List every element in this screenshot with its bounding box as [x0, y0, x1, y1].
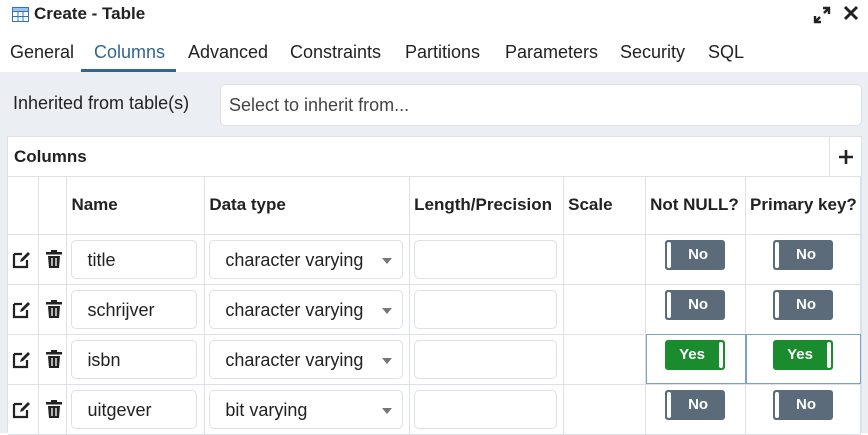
edit-icon[interactable]	[12, 350, 32, 369]
edit-icon[interactable]	[12, 300, 32, 319]
column-name-input[interactable]: schrijver	[71, 289, 198, 329]
length-input[interactable]	[414, 239, 558, 279]
primary-key-toggle[interactable]: No	[773, 239, 834, 270]
data-type-select[interactable]: bit varying	[209, 389, 404, 429]
inherit-placeholder: Select to inherit from...	[229, 95, 410, 115]
dropdown-caret-icon	[382, 407, 393, 414]
scale-cell[interactable]	[563, 233, 647, 285]
columns-panel-header: Columns	[8, 137, 861, 177]
columns-table: Name Data type Length/Precision Scale No…	[8, 177, 861, 435]
trash-icon[interactable]	[44, 249, 64, 269]
table-row: isbn character varying Yes Yes	[8, 333, 861, 385]
length-input[interactable]	[414, 339, 558, 379]
table-header-row: Name Data type Length/Precision Scale No…	[8, 177, 861, 235]
not-null-toggle[interactable]: No	[665, 389, 726, 420]
column-name-input[interactable]: title	[71, 239, 198, 279]
tab-sql[interactable]: SQL	[708, 42, 744, 63]
data-type-select[interactable]: character varying	[209, 239, 404, 279]
tab-general[interactable]: General	[10, 42, 74, 63]
columns-panel: Columns Name Data type Length/Precision …	[7, 136, 862, 435]
data-type-header: Data type	[204, 177, 411, 235]
tab-partitions[interactable]: Partitions	[405, 42, 480, 63]
trash-icon[interactable]	[44, 349, 64, 369]
not-null-toggle[interactable]: Yes	[665, 339, 726, 370]
name-header: Name	[66, 177, 206, 235]
table-icon	[12, 7, 29, 22]
scale-header: Scale	[563, 177, 647, 235]
tab-constraints[interactable]: Constraints	[290, 42, 381, 63]
close-icon[interactable]	[842, 4, 860, 22]
maximize-icon[interactable]	[812, 5, 832, 25]
data-type-select[interactable]: character varying	[209, 339, 404, 379]
edit-icon[interactable]	[12, 250, 32, 269]
tab-content: Inherited from table(s) Select to inheri…	[0, 72, 868, 435]
scale-cell[interactable]	[563, 383, 647, 435]
table-row: schrijver character varying No No	[8, 283, 861, 335]
table-row: title character varying No No	[8, 233, 861, 285]
edit-column-header	[8, 177, 40, 235]
columns-panel-title: Columns	[14, 147, 87, 166]
edit-icon[interactable]	[12, 400, 32, 419]
column-name-input[interactable]: isbn	[71, 339, 198, 379]
scale-cell[interactable]	[563, 333, 647, 385]
tab-parameters[interactable]: Parameters	[505, 42, 598, 63]
length-input[interactable]	[414, 389, 558, 429]
length-input[interactable]	[414, 289, 558, 329]
dialog-title: Create - Table	[34, 4, 146, 23]
inherit-label: Inherited from table(s)	[13, 93, 190, 113]
add-column-button[interactable]	[829, 137, 861, 177]
tab-security[interactable]: Security	[620, 42, 685, 63]
plus-icon	[839, 150, 853, 164]
length-header: Length/Precision	[409, 177, 565, 235]
not-null-toggle[interactable]: No	[665, 239, 726, 270]
not-null-header: Not NULL?	[645, 177, 747, 235]
primary-key-toggle[interactable]: No	[773, 289, 834, 320]
trash-icon[interactable]	[44, 299, 64, 319]
dialog-titlebar: Create - Table	[0, 0, 868, 30]
primary-key-toggle[interactable]: No	[773, 389, 834, 420]
dropdown-caret-icon	[382, 357, 393, 364]
data-type-select[interactable]: character varying	[209, 289, 404, 329]
tab-advanced[interactable]: Advanced	[188, 42, 268, 63]
inherit-select[interactable]: Select to inherit from...	[220, 84, 862, 126]
primary-key-toggle[interactable]: Yes	[773, 339, 834, 370]
table-row: uitgever bit varying No No	[8, 383, 861, 435]
dropdown-caret-icon	[382, 307, 393, 314]
trash-icon[interactable]	[44, 399, 64, 419]
primary-key-header: Primary key?	[745, 177, 861, 235]
not-null-toggle[interactable]: No	[665, 289, 726, 320]
tab-bar: General Columns Advanced Constraints Par…	[0, 34, 868, 72]
tab-columns[interactable]: Columns	[94, 42, 165, 63]
delete-column-header	[38, 177, 68, 235]
scale-cell[interactable]	[563, 283, 647, 335]
dropdown-caret-icon	[382, 257, 393, 264]
column-name-input[interactable]: uitgever	[71, 389, 198, 429]
